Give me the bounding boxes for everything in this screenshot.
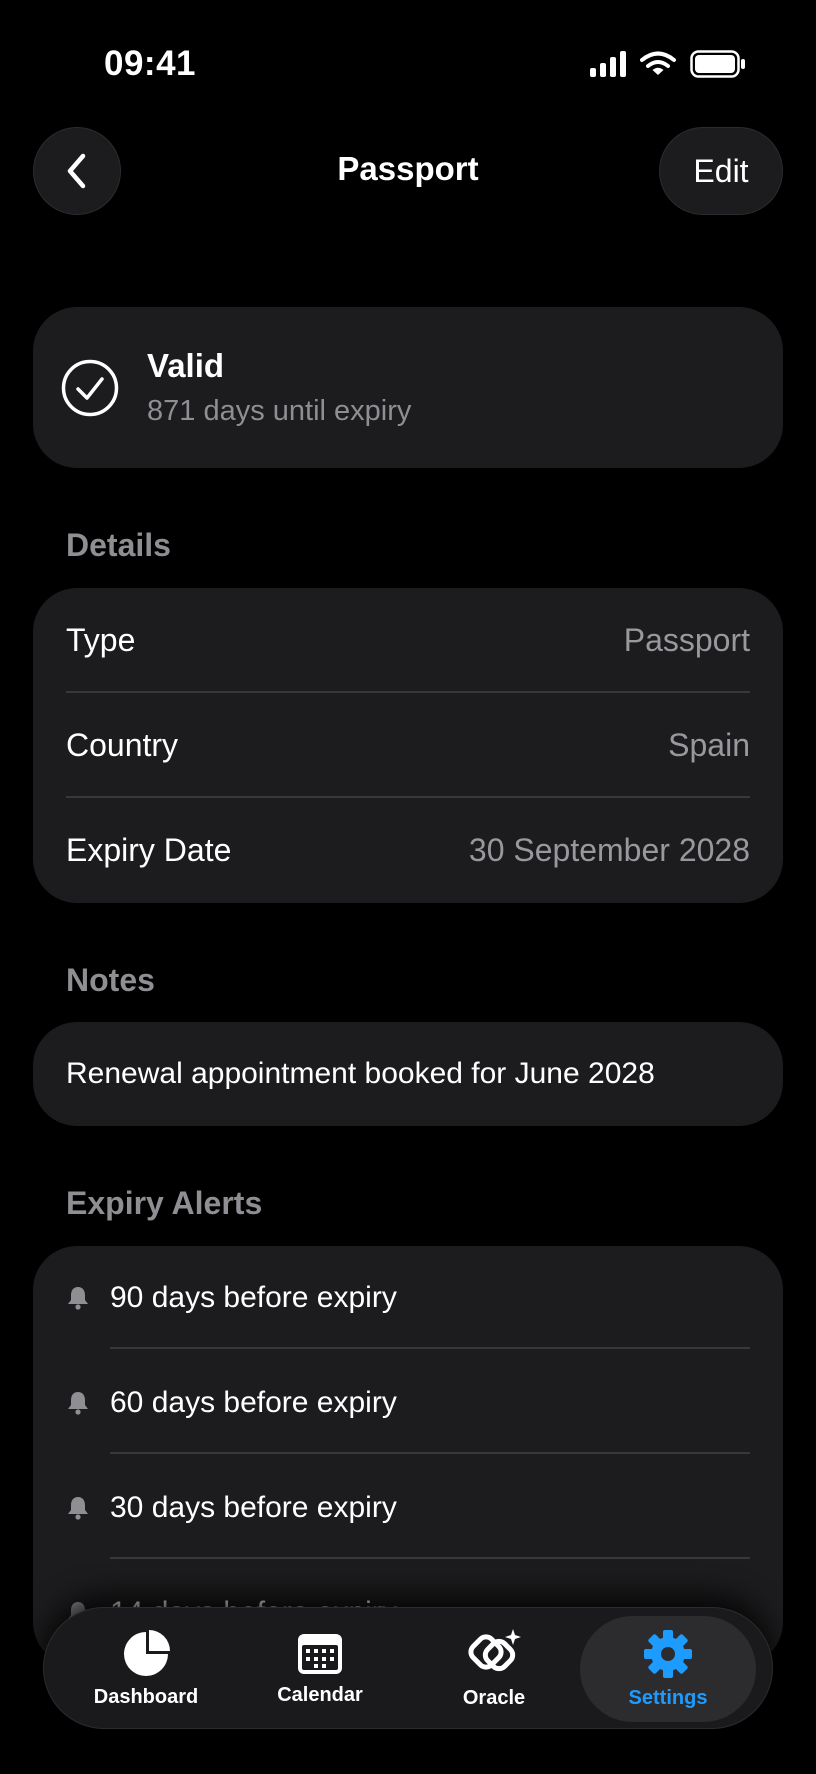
divider (110, 1347, 750, 1349)
detail-label: Country (66, 727, 179, 763)
tab-settings[interactable]: Settings (580, 1616, 756, 1722)
notes-text: Renewal appointment booked for June 2028 (66, 1057, 655, 1090)
tab-dashboard[interactable]: Dashboard (58, 1616, 234, 1722)
screen: 09:41 Passport Edit Valid 871 days until… (0, 0, 816, 1774)
alert-item[interactable]: 90 days before expiry (66, 1246, 750, 1350)
notes-header: Notes (66, 962, 155, 998)
alert-item[interactable]: 30 days before expiry (66, 1456, 750, 1560)
wifi-icon (640, 51, 676, 75)
pie-chart-icon (124, 1629, 170, 1676)
tab-label: Oracle (462, 1686, 526, 1709)
tab-oracle[interactable]: Oracle (406, 1616, 582, 1722)
detail-value: 30 September 2028 (468, 832, 750, 868)
bell-icon (66, 1495, 90, 1521)
detail-value: Spain (668, 727, 750, 763)
status-time: 09:41 (104, 44, 197, 83)
alert-label: 60 days before expiry (110, 1386, 397, 1419)
detail-row-country: Country Spain (66, 693, 750, 798)
calendar-icon (298, 1633, 342, 1674)
alerts-header: Expiry Alerts (66, 1185, 263, 1221)
status-title: Valid (147, 347, 225, 384)
checkmark-circle-icon (61, 359, 119, 417)
alerts-card: 90 days before expiry 60 days before exp… (33, 1246, 783, 1666)
bell-icon (66, 1285, 90, 1311)
divider (110, 1557, 750, 1559)
bell-icon (66, 1390, 90, 1416)
status-card: Valid 871 days until expiry (33, 307, 783, 468)
tab-label: Calendar (277, 1683, 363, 1706)
cellular-signal-icon (590, 51, 626, 77)
oracle-icon (468, 1628, 521, 1671)
detail-row-expiry-date: Expiry Date 30 September 2028 (66, 798, 750, 903)
detail-label: Expiry Date (66, 832, 232, 868)
tab-label: Settings (628, 1686, 708, 1709)
edit-button[interactable]: Edit (659, 127, 783, 215)
battery-icon (690, 50, 745, 78)
detail-label: Type (66, 622, 136, 658)
notes-card: Renewal appointment booked for June 2028 (33, 1022, 783, 1126)
tab-label: Dashboard (93, 1685, 199, 1708)
alert-label: 30 days before expiry (110, 1491, 397, 1524)
gear-icon (644, 1629, 692, 1678)
details-card: Type Passport Country Spain Expiry Date … (33, 588, 783, 903)
status-icons (590, 50, 746, 78)
tab-bar: Dashboard Calendar Oracle Settings (43, 1607, 773, 1729)
status-subtitle: 871 days until expiry (147, 395, 412, 427)
tab-calendar[interactable]: Calendar (232, 1616, 408, 1722)
detail-value: Passport (623, 622, 750, 658)
alert-label: 90 days before expiry (110, 1281, 397, 1314)
details-header: Details (66, 527, 171, 563)
divider (110, 1452, 750, 1454)
alert-item[interactable]: 60 days before expiry (66, 1351, 750, 1455)
detail-row-type: Type Passport (66, 588, 750, 693)
